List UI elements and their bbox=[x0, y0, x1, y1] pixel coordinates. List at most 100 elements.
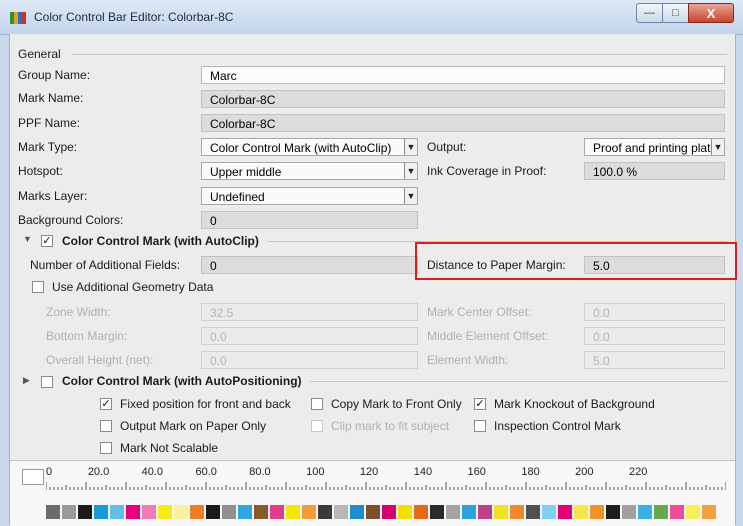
hotspot-label: Hotspot: bbox=[18, 164, 63, 178]
dialog-body: General Group Name: Marc Mark Name: Colo… bbox=[9, 34, 737, 526]
fixed-position-checkbox[interactable]: ✓ bbox=[100, 398, 112, 410]
mark-center-offset-label: Mark Center Offset: bbox=[427, 305, 532, 319]
close-button[interactable]: X bbox=[688, 3, 734, 23]
not-scalable-label: Mark Not Scalable bbox=[120, 441, 219, 455]
app-icon bbox=[10, 12, 26, 24]
ruler-tick-label: 40.0 bbox=[141, 466, 164, 478]
additional-fields-label: Number of Additional Fields: bbox=[30, 258, 181, 272]
mark-name-label: Mark Name: bbox=[18, 91, 84, 105]
color-swatch bbox=[270, 505, 284, 519]
mark-center-offset-field[interactable]: 0.0 bbox=[584, 303, 725, 321]
mark-name-field[interactable]: Colorbar-8C bbox=[201, 90, 725, 108]
group-name-label: Group Name: bbox=[18, 68, 91, 82]
color-swatch bbox=[46, 505, 60, 519]
general-section-title: General bbox=[18, 47, 61, 61]
bottom-margin-label: Bottom Margin: bbox=[46, 329, 128, 343]
color-swatch bbox=[62, 505, 76, 519]
chevron-down-icon[interactable]: ▼ bbox=[404, 163, 417, 179]
output-on-paper-checkbox[interactable] bbox=[100, 420, 112, 432]
additional-fields-field[interactable]: 0 bbox=[201, 256, 418, 274]
output-label: Output: bbox=[427, 140, 467, 154]
color-swatch bbox=[366, 505, 380, 519]
color-swatch bbox=[430, 505, 444, 519]
middle-element-offset-label: Middle Element Offset: bbox=[427, 329, 549, 343]
overall-height-field[interactable]: 0.0 bbox=[201, 351, 418, 369]
output-select[interactable]: Proof and printing plate ▼ bbox=[584, 138, 725, 156]
marks-layer-select[interactable]: Undefined ▼ bbox=[201, 187, 418, 205]
checkmark-icon: ✓ bbox=[101, 398, 111, 410]
color-swatch bbox=[318, 505, 332, 519]
color-swatch bbox=[94, 505, 108, 519]
ruler-tick-label: 220 bbox=[629, 466, 648, 478]
mark-type-select[interactable]: Color Control Mark (with AutoClip) ▼ bbox=[201, 138, 418, 156]
highlight-box bbox=[415, 242, 737, 280]
ruler-tick-label: 200 bbox=[575, 466, 594, 478]
use-geometry-checkbox[interactable] bbox=[32, 281, 44, 293]
color-swatch bbox=[238, 505, 252, 519]
color-swatch bbox=[542, 505, 556, 519]
hotspot-value: Upper middle bbox=[210, 165, 282, 179]
color-swatch bbox=[142, 505, 156, 519]
ppf-name-field[interactable]: Colorbar-8C bbox=[201, 114, 725, 132]
color-swatch bbox=[398, 505, 412, 519]
marks-layer-value: Undefined bbox=[210, 190, 265, 204]
color-swatch bbox=[350, 505, 364, 519]
chevron-down-icon[interactable]: ▼ bbox=[404, 188, 417, 204]
ink-coverage-field[interactable]: 100.0 % bbox=[584, 162, 725, 180]
color-swatch bbox=[702, 505, 716, 519]
color-swatch bbox=[302, 505, 316, 519]
group-name-field[interactable]: Marc bbox=[201, 66, 725, 84]
color-swatch bbox=[590, 505, 604, 519]
zone-width-label: Zone Width: bbox=[46, 305, 111, 319]
output-on-paper-label: Output Mark on Paper Only bbox=[120, 419, 267, 433]
output-value: Proof and printing plate bbox=[593, 141, 718, 155]
minimize-button[interactable]: — bbox=[636, 3, 663, 23]
color-swatch bbox=[254, 505, 268, 519]
color-swatch bbox=[686, 505, 700, 519]
colorbar-preview: 0 20.0 40.0 60.0 80.0 100 120 140 160 180 200 220 bbox=[10, 460, 735, 526]
ruler-tick-label: 100 bbox=[306, 466, 325, 478]
element-width-field[interactable]: 5.0 bbox=[584, 351, 725, 369]
copy-to-front-checkbox[interactable] bbox=[311, 398, 323, 410]
color-swatch bbox=[222, 505, 236, 519]
mark-type-label: Mark Type: bbox=[18, 140, 78, 154]
ruler-tick-label: 180 bbox=[521, 466, 540, 478]
autopositioning-checkbox[interactable] bbox=[41, 376, 53, 388]
knockout-checkbox[interactable]: ✓ bbox=[474, 398, 486, 410]
clip-to-subject-label: Clip mark to fit subject bbox=[331, 419, 450, 433]
maximize-button[interactable]: □ bbox=[662, 3, 689, 23]
colorbar-swatches bbox=[46, 505, 736, 519]
color-swatch bbox=[78, 505, 92, 519]
ruler-ticks bbox=[46, 482, 726, 490]
color-swatch bbox=[334, 505, 348, 519]
color-swatch bbox=[446, 505, 460, 519]
middle-element-offset-field[interactable]: 0.0 bbox=[584, 327, 725, 345]
collapse-triangle-icon[interactable]: ▶ bbox=[23, 375, 30, 386]
color-swatch bbox=[190, 505, 204, 519]
bottom-margin-field[interactable]: 0.0 bbox=[201, 327, 418, 345]
clip-to-subject-checkbox[interactable] bbox=[311, 420, 323, 432]
knockout-label: Mark Knockout of Background bbox=[494, 397, 655, 411]
autoclip-section-title: Color Control Mark (with AutoClip) bbox=[62, 234, 259, 248]
expand-triangle-icon[interactable]: ▼ bbox=[23, 234, 32, 244]
autoclip-checkbox[interactable]: ✓ bbox=[41, 235, 53, 247]
inspection-checkbox[interactable] bbox=[474, 420, 486, 432]
not-scalable-checkbox[interactable] bbox=[100, 442, 112, 454]
color-swatch bbox=[478, 505, 492, 519]
hotspot-select[interactable]: Upper middle ▼ bbox=[201, 162, 418, 180]
color-swatch bbox=[526, 505, 540, 519]
chevron-down-icon[interactable]: ▼ bbox=[711, 139, 724, 155]
color-swatch bbox=[574, 505, 588, 519]
marks-layer-label: Marks Layer: bbox=[18, 189, 88, 203]
color-swatch bbox=[126, 505, 140, 519]
color-swatch bbox=[414, 505, 428, 519]
color-swatch bbox=[638, 505, 652, 519]
chevron-down-icon[interactable]: ▼ bbox=[404, 139, 417, 155]
background-colors-field[interactable]: 0 bbox=[201, 211, 418, 229]
color-swatch bbox=[606, 505, 620, 519]
color-swatch bbox=[382, 505, 396, 519]
zone-width-field[interactable]: 32.5 bbox=[201, 303, 418, 321]
element-width-label: Element Width: bbox=[427, 353, 509, 367]
autopositioning-section-divider bbox=[310, 381, 727, 382]
color-swatch bbox=[206, 505, 220, 519]
